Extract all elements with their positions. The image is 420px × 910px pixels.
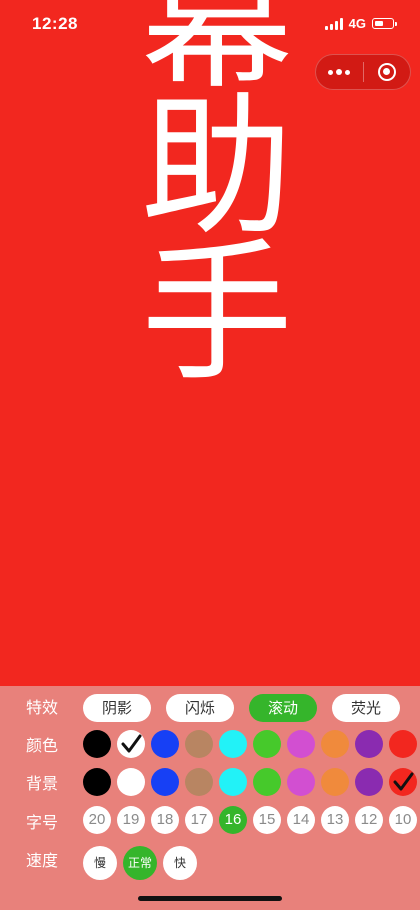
speed-option[interactable]: 慢 [83,846,117,880]
checkmark-icon [393,772,414,791]
font-size-option[interactable]: 13 [321,806,349,834]
marquee-screen[interactable]: 幕助手 12:28 4G 特效 阴影 闪烁 滚动 荧光 颜色 背景 字号 20 … [0,0,420,910]
background-swatch[interactable] [355,768,383,796]
font-size-option[interactable]: 19 [117,806,145,834]
status-indicators: 4G [324,16,397,31]
background-swatch[interactable] [185,768,213,796]
effect-option[interactable]: 闪烁 [166,694,234,722]
speed-options: 慢正常快 [83,846,197,880]
background-swatch[interactable] [389,768,417,796]
network-type: 4G [348,16,366,31]
effect-option[interactable]: 阴影 [83,694,151,722]
background-swatch[interactable] [219,768,247,796]
speed-label: 速度 [26,851,59,870]
text-color-swatch[interactable] [151,730,179,758]
background-swatch[interactable] [117,768,145,796]
background-label: 背景 [26,774,59,793]
status-time: 12:28 [32,14,78,33]
text-color-swatch[interactable] [185,730,213,758]
effects-label: 特效 [26,698,59,717]
font-size-option[interactable]: 17 [185,806,213,834]
background-swatches [83,768,417,796]
background-swatch[interactable] [253,768,281,796]
text-color-label: 颜色 [26,736,59,755]
text-color-row: 颜色 [0,726,420,766]
background-swatch[interactable] [321,768,349,796]
background-row: 背景 [0,764,420,804]
marquee-text: 幕助手 [115,0,292,378]
background-swatch[interactable] [287,768,315,796]
font-size-row: 字号 20 19 18 17 16 15 14 13 12 10 [0,803,420,843]
battery-icon [372,18,397,29]
home-indicator[interactable] [138,896,282,901]
font-size-option[interactable]: 18 [151,806,179,834]
effects-row: 特效 阴影 闪烁 滚动 荧光 [0,688,420,728]
more-button[interactable] [316,55,363,89]
checkmark-icon [121,734,142,753]
text-color-swatch[interactable] [287,730,315,758]
effects-options: 阴影 闪烁 滚动 荧光 [83,694,400,722]
close-target-icon [377,63,396,81]
mini-program-capsule [315,54,411,90]
font-size-option[interactable]: 15 [253,806,281,834]
more-dots-icon [328,69,351,75]
font-size-option[interactable]: 16 [219,806,247,834]
marquee-area: 幕助手 [108,0,298,410]
font-size-option[interactable]: 14 [287,806,315,834]
signal-icon [324,17,343,30]
font-size-option[interactable]: 10 [389,806,417,834]
font-size-option[interactable]: 12 [355,806,383,834]
font-size-label: 字号 [26,813,59,832]
effect-option[interactable]: 荧光 [332,694,400,722]
speed-option[interactable]: 正常 [123,846,157,880]
speed-row: 速度 慢正常快 [0,841,420,881]
background-swatch[interactable] [83,768,111,796]
font-size-option[interactable]: 20 [83,806,111,834]
text-color-swatch[interactable] [355,730,383,758]
background-swatch[interactable] [151,768,179,796]
text-color-swatch[interactable] [389,730,417,758]
speed-option[interactable]: 快 [163,846,197,880]
close-button[interactable] [363,55,410,89]
text-color-swatch[interactable] [253,730,281,758]
text-color-swatch[interactable] [321,730,349,758]
effect-option[interactable]: 滚动 [249,694,317,722]
status-bar: 12:28 4G [0,0,420,50]
settings-panel: 特效 阴影 闪烁 滚动 荧光 颜色 背景 字号 20 19 18 17 16 15 14 13 12 1… [0,686,420,910]
text-color-swatch[interactable] [117,730,145,758]
text-color-swatches [83,730,417,758]
text-color-swatch[interactable] [219,730,247,758]
text-color-swatch[interactable] [83,730,111,758]
font-size-options: 20 19 18 17 16 15 14 13 12 10 [83,806,417,834]
